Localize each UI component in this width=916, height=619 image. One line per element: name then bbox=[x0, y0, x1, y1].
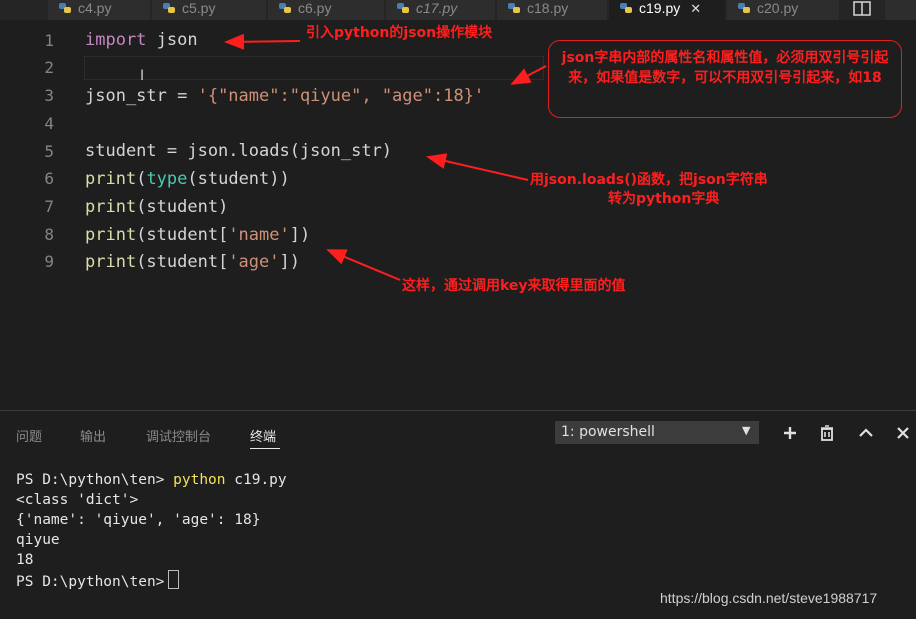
code-line-5[interactable]: student = json.loads(json_str) bbox=[85, 141, 392, 161]
code-line-7[interactable]: print(student) bbox=[85, 197, 228, 217]
editor-actions-overflow[interactable] bbox=[885, 0, 916, 20]
terminal-select[interactable]: 1: powershell bbox=[555, 421, 759, 444]
python-file-icon bbox=[163, 3, 175, 13]
terminal-cursor bbox=[168, 570, 180, 589]
annotation-box-text: json字串内部的属性名和属性值，必须用双引号引起来，如果值是数字，可以不用双引… bbox=[561, 50, 889, 86]
tab-c6-py[interactable]: c6.py bbox=[268, 0, 385, 20]
watermark-url: https://blog.csdn.net/steve1988717 bbox=[660, 590, 878, 606]
python-file-icon bbox=[59, 3, 71, 13]
code-line-6[interactable]: print(type(student)) bbox=[85, 169, 290, 189]
terminal-prompt-line[interactable]: PS D:\python\ten> bbox=[16, 570, 180, 592]
annotation-key: 这样，通过调用key来取得里面的值 bbox=[402, 278, 626, 294]
line-number: 1 bbox=[44, 31, 54, 50]
tab-c20-py[interactable]: c20.py bbox=[727, 0, 840, 20]
plus-icon[interactable] bbox=[781, 424, 799, 442]
panel-tab-output[interactable]: 输出 bbox=[80, 426, 106, 445]
annotation-import: 引入python的json操作模块 bbox=[306, 25, 493, 41]
annotation-loads-line2: 转为python字典 bbox=[608, 191, 720, 207]
tab-c5-py[interactable]: c5.py bbox=[152, 0, 267, 20]
python-file-icon bbox=[397, 3, 409, 13]
line-number: 2 bbox=[44, 58, 54, 77]
line-number: 5 bbox=[44, 142, 54, 161]
arrow-loads bbox=[426, 153, 529, 181]
chevron-down-icon[interactable]: ▼ bbox=[742, 424, 750, 437]
panel-tab-debug-console[interactable]: 调试控制台 bbox=[146, 426, 211, 445]
arrow-import bbox=[224, 33, 301, 50]
terminal-line: {'name': 'qiyue', 'age': 18} bbox=[16, 512, 261, 528]
current-line-highlight bbox=[84, 56, 544, 80]
line-number: 4 bbox=[44, 114, 54, 133]
terminal-line: PS D:\python\ten> python c19.py bbox=[16, 472, 287, 488]
tab-c4-py[interactable]: c4.py bbox=[48, 0, 151, 20]
tab-close-icon[interactable]: ✕ bbox=[690, 1, 701, 16]
line-number: 6 bbox=[44, 169, 54, 188]
panel-divider bbox=[0, 410, 916, 411]
python-file-icon bbox=[620, 3, 632, 13]
code-line-3[interactable]: json_str = '{"name":"qiyue", "age":18}' bbox=[85, 86, 484, 106]
close-icon[interactable] bbox=[894, 424, 912, 442]
panel-tab-terminal[interactable]: 终端 bbox=[250, 426, 276, 445]
tab-c17-py[interactable]: c17.py bbox=[386, 0, 496, 20]
panel-tab-problems[interactable]: 问题 bbox=[16, 426, 42, 445]
python-file-icon bbox=[508, 3, 520, 13]
trash-icon[interactable] bbox=[818, 424, 836, 442]
tab-c19-py[interactable]: c19.py ✕ bbox=[609, 0, 726, 20]
active-tab-indicator bbox=[250, 448, 280, 449]
terminal-line: <class 'dict'> bbox=[16, 492, 139, 508]
terminal-line: qiyue bbox=[16, 532, 60, 548]
arrow-key bbox=[326, 249, 401, 281]
code-line-8[interactable]: print(student['name']) bbox=[85, 225, 310, 245]
line-number: 9 bbox=[44, 252, 54, 271]
tab-c18-py[interactable]: c18.py bbox=[497, 0, 608, 20]
split-editor-icon[interactable] bbox=[852, 0, 872, 18]
text-cursor-icon: I bbox=[140, 68, 145, 84]
chevron-up-icon[interactable] bbox=[857, 424, 875, 442]
code-line-1[interactable]: import json bbox=[85, 30, 198, 50]
annotation-loads-line1: 用json.loads()函数，把json字符串 bbox=[530, 172, 768, 188]
python-file-icon bbox=[738, 3, 750, 13]
python-file-icon bbox=[279, 3, 291, 13]
line-number: 3 bbox=[44, 86, 54, 105]
code-line-9[interactable]: print(student['age']) bbox=[85, 252, 300, 272]
line-number: 7 bbox=[44, 197, 54, 216]
terminal-line: 18 bbox=[16, 552, 34, 568]
line-number: 8 bbox=[44, 225, 54, 244]
